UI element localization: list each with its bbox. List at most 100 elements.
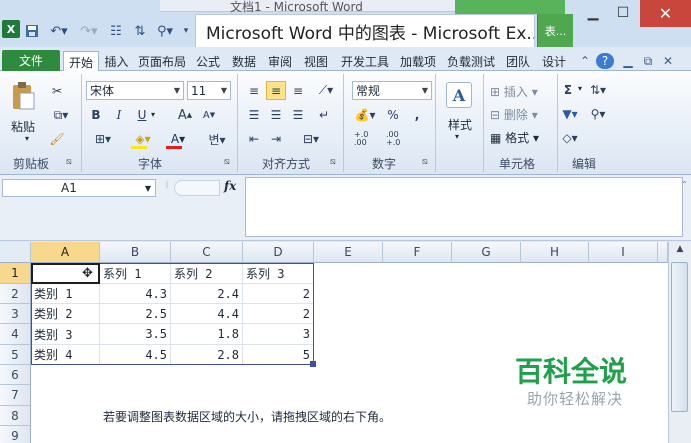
cell-d4[interactable]: 3 <box>243 324 314 345</box>
sort-icon[interactable]: ⇅ <box>130 20 150 42</box>
autosum-dropdown-icon[interactable]: ▾ <box>578 84 582 93</box>
paste-label[interactable]: 粘贴 <box>8 118 38 135</box>
cell-a5[interactable]: 类别 4 <box>31 345 100 365</box>
row-header-2[interactable]: 2 <box>0 284 31 304</box>
format-painter-icon[interactable]: 🖌 <box>48 130 66 148</box>
number-format-select[interactable]: 常规 ▼ <box>352 81 432 100</box>
wrap-text-icon[interactable]: ↵ <box>314 106 334 124</box>
context-tab-table[interactable]: 表... <box>537 14 573 47</box>
font-family-select[interactable]: 宋体 ▼ <box>86 81 184 100</box>
ribbon-collapse-icon[interactable]: ⌃ <box>578 51 592 71</box>
save-icon[interactable] <box>24 20 40 42</box>
paste-icon[interactable] <box>8 80 38 112</box>
tab-page-layout[interactable]: 页面布局 <box>135 51 189 71</box>
row-header-5[interactable]: 5 <box>0 345 31 365</box>
fill-icon[interactable]: ▼▾ <box>558 105 582 123</box>
row-header-3[interactable]: 3 <box>0 304 31 324</box>
row-header-1[interactable]: 1 <box>0 263 31 284</box>
row-header-9[interactable]: 9 <box>0 426 31 443</box>
bold-button[interactable]: B <box>88 106 104 124</box>
doc-close-icon[interactable]: ✕ <box>660 51 676 71</box>
cell-b1[interactable]: 系列 1 <box>100 263 171 284</box>
cell-c1[interactable]: 系列 2 <box>171 263 243 284</box>
align-center-icon[interactable]: ☰ <box>266 106 286 124</box>
styles-dropdown-icon[interactable]: ▾ <box>455 132 459 141</box>
decrease-indent-icon[interactable]: ⇤ <box>244 130 264 148</box>
format-cells-button[interactable]: ▦ 格式 ▾ <box>490 129 539 146</box>
filter-icon[interactable]: ⚲▾ <box>154 20 176 42</box>
column-header-i[interactable]: I <box>589 242 658 263</box>
tab-file[interactable]: 文件 <box>2 50 60 71</box>
increase-decimal-button[interactable]: +.0 .00 <box>354 130 382 148</box>
cell-d2[interactable]: 2 <box>243 284 314 304</box>
decrease-decimal-button[interactable]: .00 +.0 <box>386 130 414 148</box>
customize-qat-icon[interactable]: ▾ <box>180 20 192 42</box>
minimize-button[interactable]: ▁ <box>580 2 606 24</box>
clipboard-launcher-icon[interactable]: ⧅ <box>66 157 72 167</box>
cell-b5[interactable]: 4.5 <box>100 345 171 365</box>
cell-c4[interactable]: 1.8 <box>171 324 243 345</box>
tab-data[interactable]: 数据 <box>228 51 260 71</box>
clear-icon[interactable]: ◇▾ <box>558 129 582 147</box>
column-header-e[interactable]: E <box>314 242 383 263</box>
vertical-scrollbar-thumb[interactable] <box>671 262 688 412</box>
cell-c3[interactable]: 4.4 <box>171 304 243 324</box>
close-button[interactable]: ✕ <box>640 0 691 27</box>
merge-center-icon[interactable]: ⊟▾ <box>296 130 326 148</box>
sort-filter-icon[interactable]: ⇅▾ <box>586 81 610 99</box>
form-icon[interactable]: ☷ <box>106 20 126 42</box>
autosum-button[interactable]: Σ <box>558 81 578 99</box>
column-header-h[interactable]: H <box>521 242 589 263</box>
cell-a2[interactable]: 类别 1 <box>31 284 100 304</box>
cut-icon[interactable]: ✂ <box>48 82 66 100</box>
select-all-corner[interactable] <box>0 242 31 263</box>
column-header-d[interactable]: D <box>243 242 314 263</box>
column-header-a[interactable]: A <box>31 242 100 263</box>
phonetic-icon[interactable]: 변▾ <box>202 130 232 148</box>
tab-load-test[interactable]: 负载测试 <box>443 51 499 71</box>
comma-button[interactable]: , <box>408 106 426 124</box>
cell-a3[interactable]: 类别 2 <box>31 304 100 324</box>
column-header-c[interactable]: C <box>171 242 243 263</box>
tab-view[interactable]: 视图 <box>300 51 332 71</box>
cell-d1[interactable]: 系列 3 <box>243 263 314 284</box>
font-size-select[interactable]: 11 ▼ <box>187 81 231 100</box>
tab-review[interactable]: 审阅 <box>264 51 296 71</box>
row-header-8[interactable]: 8 <box>0 406 31 426</box>
formula-input[interactable] <box>245 177 683 237</box>
collapse-formula-bar-icon[interactable]: ⌃ <box>681 180 689 190</box>
column-header-g[interactable]: G <box>452 242 521 263</box>
cell-b4[interactable]: 3.5 <box>100 324 171 345</box>
align-right-icon[interactable]: ☰ <box>288 106 308 124</box>
scroll-up-icon[interactable]: ▲ <box>673 244 687 258</box>
alignment-launcher-icon[interactable]: ⧅ <box>330 157 336 167</box>
tab-home[interactable]: 开始 <box>63 51 99 72</box>
underline-button[interactable]: U <box>134 106 150 124</box>
formula-bar-resize-icon[interactable]: ⁞ <box>160 180 174 196</box>
accounting-format-icon[interactable]: 💰▾ <box>352 106 378 124</box>
styles-icon[interactable]: A <box>446 82 472 108</box>
doc-minimize-icon[interactable]: ▁ <box>620 51 636 71</box>
tab-design[interactable]: 设计 <box>537 51 571 71</box>
undo-icon[interactable]: ↶▾ <box>46 20 72 42</box>
help-icon[interactable]: ? <box>596 53 614 69</box>
cell-b8-note[interactable]: 若要调整图表数据区域的大小，请拖拽区域的右下角。 <box>100 406 500 426</box>
styles-button-label[interactable]: 样式 <box>444 116 476 133</box>
align-left-icon[interactable]: ☰ <box>244 106 264 124</box>
orientation-icon[interactable]: ⟋▾ <box>314 81 338 100</box>
cell-d3[interactable]: 2 <box>243 304 314 324</box>
align-middle-icon[interactable]: ≡ <box>266 81 286 100</box>
cell-b2[interactable]: 4.3 <box>100 284 171 304</box>
doc-restore-icon[interactable]: ⧉ <box>640 51 656 71</box>
tab-formulas[interactable]: 公式 <box>192 51 224 71</box>
row-header-6[interactable]: 6 <box>0 365 31 385</box>
percent-button[interactable]: % <box>384 106 402 124</box>
insert-function-button[interactable]: fx <box>224 179 236 193</box>
font-launcher-icon[interactable]: ⧅ <box>224 157 230 167</box>
excel-logo-icon[interactable]: X <box>2 20 20 38</box>
tab-developer[interactable]: 开发工具 <box>336 51 394 71</box>
copy-icon[interactable]: ⧉▾ <box>48 106 74 124</box>
name-box[interactable]: A1 ▼ <box>2 179 156 197</box>
redo-icon[interactable]: ↷▾ <box>76 20 102 42</box>
delete-cells-button[interactable]: ⊟ 删除 ▾ <box>490 106 538 123</box>
